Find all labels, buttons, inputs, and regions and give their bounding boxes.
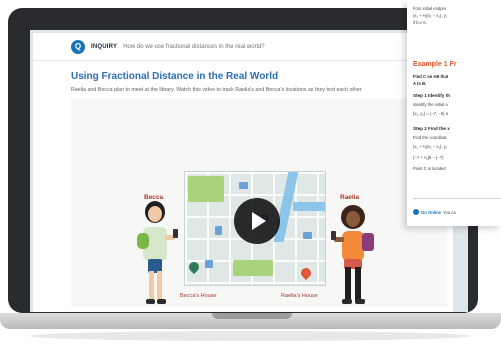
lesson-page: Q INQUIRY How do we use fractional dista… xyxy=(33,33,453,312)
example-prompt: Find C on AB that xyxy=(413,74,449,79)
textbook-page: from initial endpoi (x₁ + ᵃ⁄ᵦ(x₂ − x₁), … xyxy=(407,0,501,226)
becca-character-illustration xyxy=(137,201,178,304)
lesson-description: Raelia and Becca plan to meet at the lib… xyxy=(71,87,363,93)
lesson-title: Using Fractional Distance in the Real Wo… xyxy=(71,71,279,82)
example-prompt: A to B. xyxy=(413,81,427,86)
inquiry-logo-icon: Q xyxy=(71,39,85,54)
doc-text-line: Point C is located xyxy=(413,166,446,171)
doc-formula-line: (−7 + ²⁄₅[6 − (−7) xyxy=(413,155,444,160)
play-button[interactable] xyxy=(234,198,280,244)
go-online-label: Go Online xyxy=(421,209,442,215)
laptop-hinge-notch xyxy=(212,313,292,319)
example-title: Example 1 Fr xyxy=(413,61,457,68)
doc-formula-line: (x₁ + ᵃ⁄ᵦ(x₂ − x₁), y₁ xyxy=(413,13,448,18)
raelia-character-illustration xyxy=(331,205,374,304)
park-area xyxy=(188,176,224,202)
building-icon xyxy=(239,182,248,189)
doc-text-line: Find the coordinat xyxy=(413,135,447,140)
doc-text-line: from initial endpoi xyxy=(413,6,446,11)
building-icon xyxy=(215,226,222,235)
step-2-title: Step 2 Find the x xyxy=(413,126,450,131)
laptop-screen: Q INQUIRY How do we use fractional dista… xyxy=(30,30,468,312)
laptop-shadow xyxy=(30,331,471,341)
go-online-link[interactable]: Go Online You ca xyxy=(413,209,456,215)
video-player[interactable]: Becca Raelia Becca's House Raelia's Hous… xyxy=(71,99,447,307)
doc-formula-line: (x₁ + ᵃ⁄ᵦ(x₂ − x₁), y₁ xyxy=(413,144,448,149)
doc-formula-line: (x₁, y₁) = (−7, −5) a xyxy=(413,111,449,116)
doc-text-line: if b ≠ 0. xyxy=(413,20,427,25)
doc-text-line: Identify the initial a xyxy=(413,102,448,107)
raelia-house-label: Raelia's House xyxy=(281,293,318,299)
play-icon xyxy=(252,212,266,230)
inquiry-question: How do we use fractional distances in th… xyxy=(123,43,265,50)
inquiry-header: Q INQUIRY How do we use fractional dista… xyxy=(33,33,453,61)
raelia-name-label: Raelia xyxy=(340,194,360,201)
step-1-title: Step 1 Identify th xyxy=(413,93,451,98)
park-area xyxy=(233,260,273,276)
go-online-icon xyxy=(413,209,419,215)
becca-house-label: Becca's House xyxy=(180,293,217,299)
river xyxy=(293,202,325,211)
building-icon xyxy=(303,232,312,239)
doc-divider xyxy=(413,198,501,199)
building-icon xyxy=(205,260,213,268)
inquiry-label: INQUIRY xyxy=(91,43,118,50)
go-online-text: You ca xyxy=(443,209,456,215)
